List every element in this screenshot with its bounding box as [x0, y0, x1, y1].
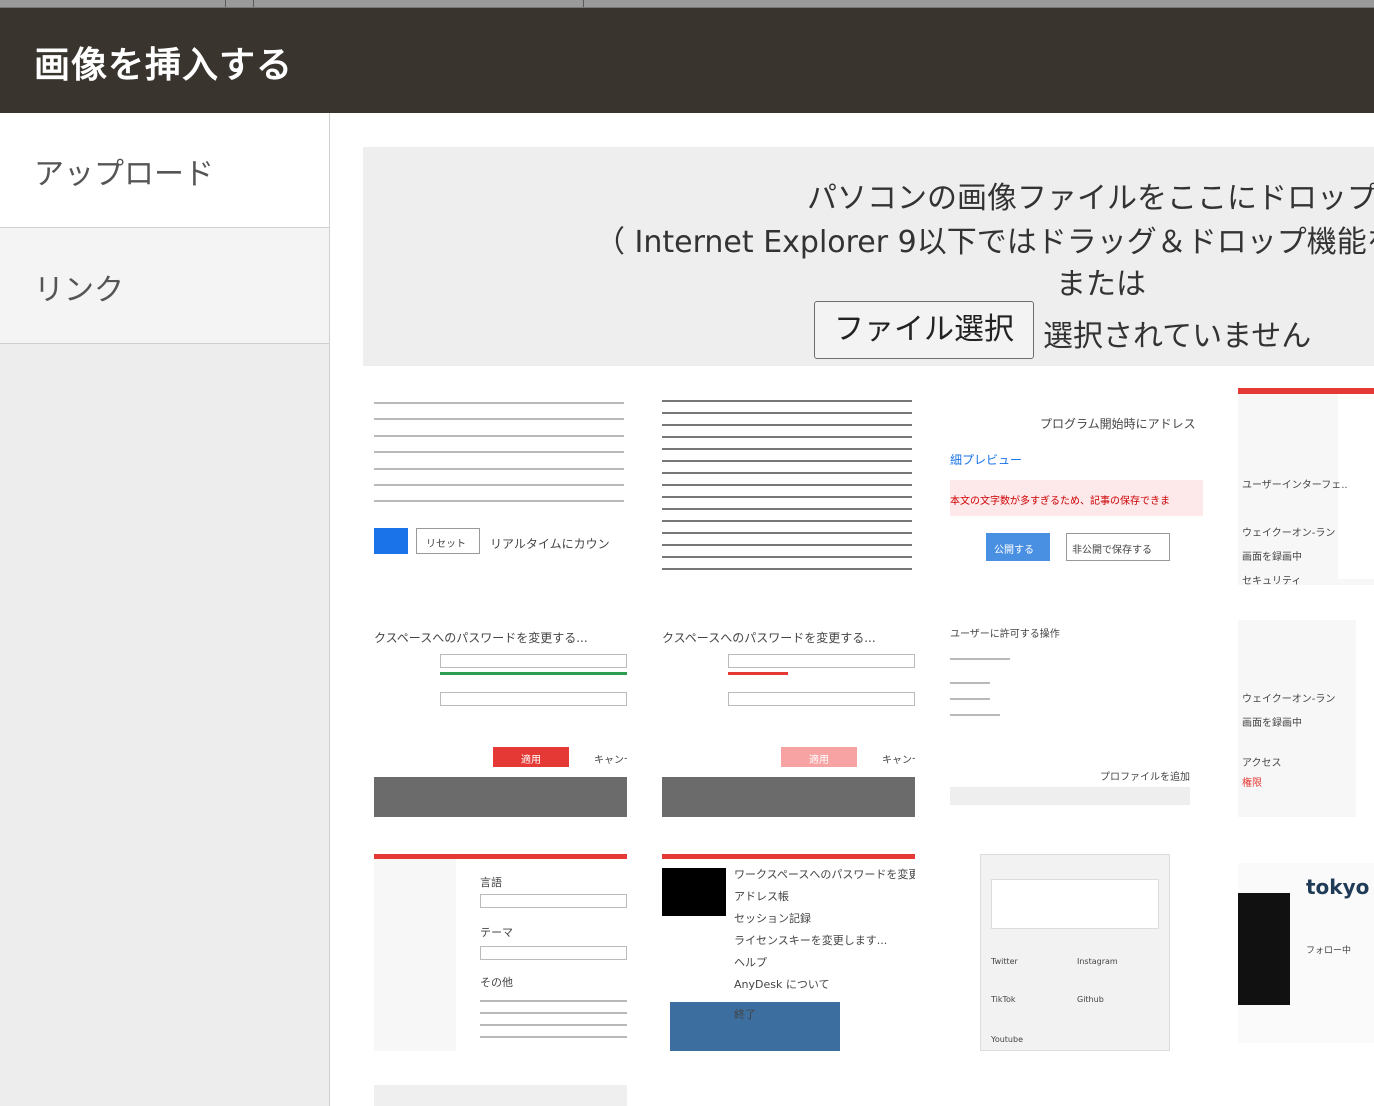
thumb-text: ユーザーに許可する操作 [950, 629, 1060, 640]
image-thumbnail[interactable]: Twitter Instagram TikTok Github Youtube [980, 854, 1170, 1051]
thumb-text: 終了 [734, 1008, 756, 1021]
thumb-text: フォロー中 [1306, 946, 1352, 956]
image-thumbnail[interactable]: ワークスペースへのパスワードを変更す アドレス帳 セッション記録 ライセンスキー… [662, 854, 915, 1051]
thumb-text: Youtube [991, 1035, 1023, 1044]
profile-image [1238, 893, 1290, 1005]
count-button-fragment [374, 528, 408, 554]
image-thumbnail[interactable]: クスペースへのパスワードを変更する... 適用 キャンセ [662, 620, 915, 817]
thumb-text: セキュリティ [1242, 576, 1302, 585]
thumb-text: ヘルプ [734, 956, 767, 969]
drop-zone[interactable]: パソコンの画像ファイルをここにドロップ （ Internet Explorer … [363, 147, 1374, 366]
file-select-button[interactable]: ファイル選択 [814, 301, 1034, 359]
image-thumbnail[interactable]: クスペースへのパスワードを変更する... 適用 キャンセ [374, 620, 627, 817]
thumb-text: 非公開で保存する [1072, 545, 1152, 556]
thumb-text: リアルタイムにカウン [490, 537, 610, 551]
thumb-text: Twitter [991, 957, 1018, 966]
image-thumbnail[interactable]: プログラム開始時にアドレス 細プレビュー 本文の文字数が多すぎるため、記事の保存… [950, 388, 1203, 585]
image-thumbnail[interactable] [662, 388, 915, 585]
dialog-header: 画像を挿入する [0, 8, 1374, 113]
thumb-text: TikTok [991, 995, 1016, 1004]
thumb-text: 言語 [480, 876, 502, 889]
tab-strip-segment [254, 0, 584, 7]
thumb-text: 画面を録画中 [1242, 552, 1302, 563]
tab-upload[interactable]: アップロード [0, 113, 329, 228]
image-thumbnail[interactable]: ユーザーに許可する操作 プロファイルを追加 [950, 620, 1190, 817]
thumb-text: クスペースへのパスワードを変更する... [662, 631, 876, 645]
thumb-text: ウェイクーオン-ラン [1242, 528, 1336, 539]
thumb-text: 適用 [809, 755, 829, 766]
drop-instruction: パソコンの画像ファイルをここにドロップ [807, 181, 1374, 216]
upload-panel: パソコンの画像ファイルをここにドロップ （ Internet Explorer … [330, 113, 1374, 1106]
tab-strip-segment [226, 0, 254, 7]
tab-link-label: リンク [34, 273, 124, 308]
thumb-text: AnyDesk について [734, 978, 830, 991]
thumb-text: プログラム開始時にアドレス [1040, 417, 1196, 431]
thumb-text: 本文の文字数が多すぎるため、記事の保存できま [950, 496, 1170, 507]
file-status-text: 選択されていません [1043, 319, 1312, 354]
tab-strip-segment [0, 0, 226, 7]
thumb-text: アクセス [1242, 758, 1282, 769]
thumb-text: セッション記録 [734, 912, 811, 925]
image-thumbnail[interactable]: ウェイクーオン-ラン 画面を録画中 アクセス 権限 [1238, 620, 1374, 817]
thumb-text: tokyo [1306, 875, 1370, 899]
thumb-text: その他 [480, 976, 513, 989]
ie-notice: （ Internet Explorer 9以下ではドラッグ＆ドロップ機能を使 [595, 225, 1374, 260]
image-thumbnail[interactable] [374, 1085, 627, 1106]
thumb-text: リセット [426, 539, 466, 550]
browser-tab-strip [0, 0, 1374, 8]
thumb-text: 適用 [521, 755, 541, 766]
tab-link[interactable]: リンク [0, 228, 329, 344]
thumb-text: 公開する [994, 545, 1034, 556]
image-thumbnail[interactable]: リセット リアルタイムにカウン [374, 388, 627, 585]
thumb-text: Github [1077, 995, 1104, 1004]
thumb-text: キャンセ [882, 755, 915, 766]
sidebar: アップロード リンク [0, 113, 330, 1106]
image-thumbnail[interactable]: ユーザーインターフェ.. ウェイクーオン-ラン 画面を録画中 セキュリティ [1238, 388, 1374, 585]
thumb-text: ユーザーインターフェ.. [1242, 480, 1348, 491]
thumb-text: 画面を録画中 [1242, 718, 1302, 729]
thumb-text: ライセンスキーを変更します... [734, 934, 888, 947]
thumb-text: ウェイクーオン-ラン [1242, 694, 1336, 705]
thumb-text: 権限 [1242, 778, 1262, 789]
tab-upload-label: アップロード [34, 157, 214, 192]
thumb-text: テーマ [480, 926, 513, 939]
thumb-text: プロファイルを追加 [1100, 772, 1190, 783]
or-text: または [1056, 267, 1146, 302]
image-thumbnail[interactable]: tokyo フォロー中 [1238, 863, 1374, 1043]
thumb-text: Instagram [1077, 957, 1118, 966]
thumb-text: 細プレビュー [950, 453, 1023, 467]
dialog-title: 画像を挿入する [34, 45, 294, 86]
image-thumbnail[interactable]: 言語 テーマ その他 [374, 854, 627, 1051]
thumb-text: ワークスペースへのパスワードを変更す [734, 868, 915, 881]
thumb-text: キャンセ [594, 755, 627, 766]
thumb-text: アドレス帳 [734, 890, 789, 903]
thumb-text: クスペースへのパスワードを変更する... [374, 631, 588, 645]
